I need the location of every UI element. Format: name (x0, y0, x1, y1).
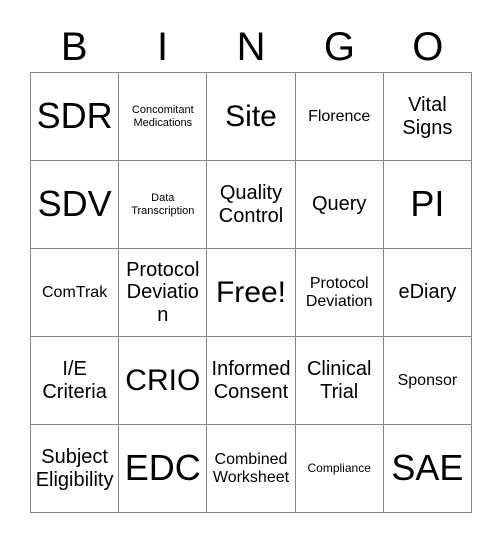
bingo-cell-label: Combined Worksheet (212, 450, 290, 486)
bingo-cell[interactable]: SDV (31, 161, 120, 249)
bingo-cell-label: Compliance (307, 460, 371, 475)
bingo-cell[interactable]: Florence (295, 73, 384, 161)
bingo-cell-label: Concomitant Medications (131, 104, 194, 129)
bingo-cell[interactable]: ComTrak (31, 249, 120, 337)
bingo-cell[interactable]: Compliance (295, 425, 384, 513)
bingo-cell-label: Protocol Deviation (126, 258, 200, 326)
bingo-cell[interactable]: Subject Eligibility (31, 425, 120, 513)
bingo-cell[interactable]: Informed Consent (207, 337, 296, 425)
bingo-cell[interactable]: PI (383, 161, 472, 249)
bingo-cell[interactable]: Sponsor (383, 337, 472, 425)
bingo-cell-label: SDR (36, 95, 113, 137)
bingo-cell[interactable]: Free! (207, 249, 296, 337)
bingo-cell-label: ComTrak (42, 283, 108, 301)
bingo-cell[interactable]: eDiary (383, 249, 472, 337)
bingo-cell-label: EDC (124, 447, 201, 489)
bingo-cell-label: Query (311, 193, 367, 216)
bingo-cell-label: SAE (391, 447, 464, 489)
bingo-cell[interactable]: Query (295, 161, 384, 249)
bingo-cell[interactable]: Combined Worksheet (207, 425, 296, 513)
bingo-cell-label: Informed Consent (211, 358, 291, 403)
bingo-cell-label: Site (225, 99, 277, 133)
bingo-cell-label: SDV (37, 183, 112, 225)
bingo-card: B I N G O SDR Concomitant Medications Site… (0, 0, 500, 544)
bingo-grid: SDR Concomitant Medications Site Florence Vi… (30, 72, 472, 513)
bingo-header-letter-g: G (323, 25, 355, 69)
bingo-cell-label: Clinical Trial (306, 358, 372, 403)
bingo-cell-label: eDiary (398, 281, 457, 304)
bingo-cell-label: I/E Criteria (42, 358, 107, 403)
bingo-cell[interactable]: CRIO (119, 337, 208, 425)
bingo-cell[interactable]: SAE (383, 425, 472, 513)
bingo-cell-label: Protocol Deviation (305, 274, 373, 310)
bingo-cell-label: CRIO (125, 363, 201, 397)
bingo-cell[interactable]: Vital Signs (383, 73, 472, 161)
bingo-header-letter-i: I (157, 25, 169, 69)
bingo-cell[interactable]: Data Transcription (119, 161, 208, 249)
bingo-cell[interactable]: Concomitant Medications (119, 73, 208, 161)
bingo-cell-label: Vital Signs (402, 94, 453, 139)
bingo-cell-label: Free! (215, 275, 286, 309)
bingo-header-letter-b: B (60, 25, 88, 69)
bingo-cell-label: Quality Control (218, 182, 284, 227)
bingo-cell-label: Subject Eligibility (35, 446, 114, 491)
bingo-header-letter-n: N (236, 25, 266, 69)
bingo-cell[interactable]: I/E Criteria (31, 337, 120, 425)
bingo-header-row: B I N G O (30, 22, 472, 72)
bingo-header-letter-o: O (412, 25, 444, 69)
bingo-cell[interactable]: Quality Control (207, 161, 296, 249)
bingo-cell[interactable]: SDR (31, 73, 120, 161)
bingo-cell[interactable]: Protocol Deviation (119, 249, 208, 337)
bingo-cell[interactable]: Clinical Trial (295, 337, 384, 425)
bingo-cell[interactable]: Protocol Deviation (295, 249, 384, 337)
bingo-cell[interactable]: EDC (119, 425, 208, 513)
bingo-cell-label: Sponsor (397, 371, 458, 389)
bingo-cell[interactable]: Site (207, 73, 296, 161)
bingo-cell-label: PI (410, 183, 445, 225)
bingo-cell-label: Florence (308, 107, 371, 125)
bingo-cell-label: Data Transcription (131, 192, 195, 217)
